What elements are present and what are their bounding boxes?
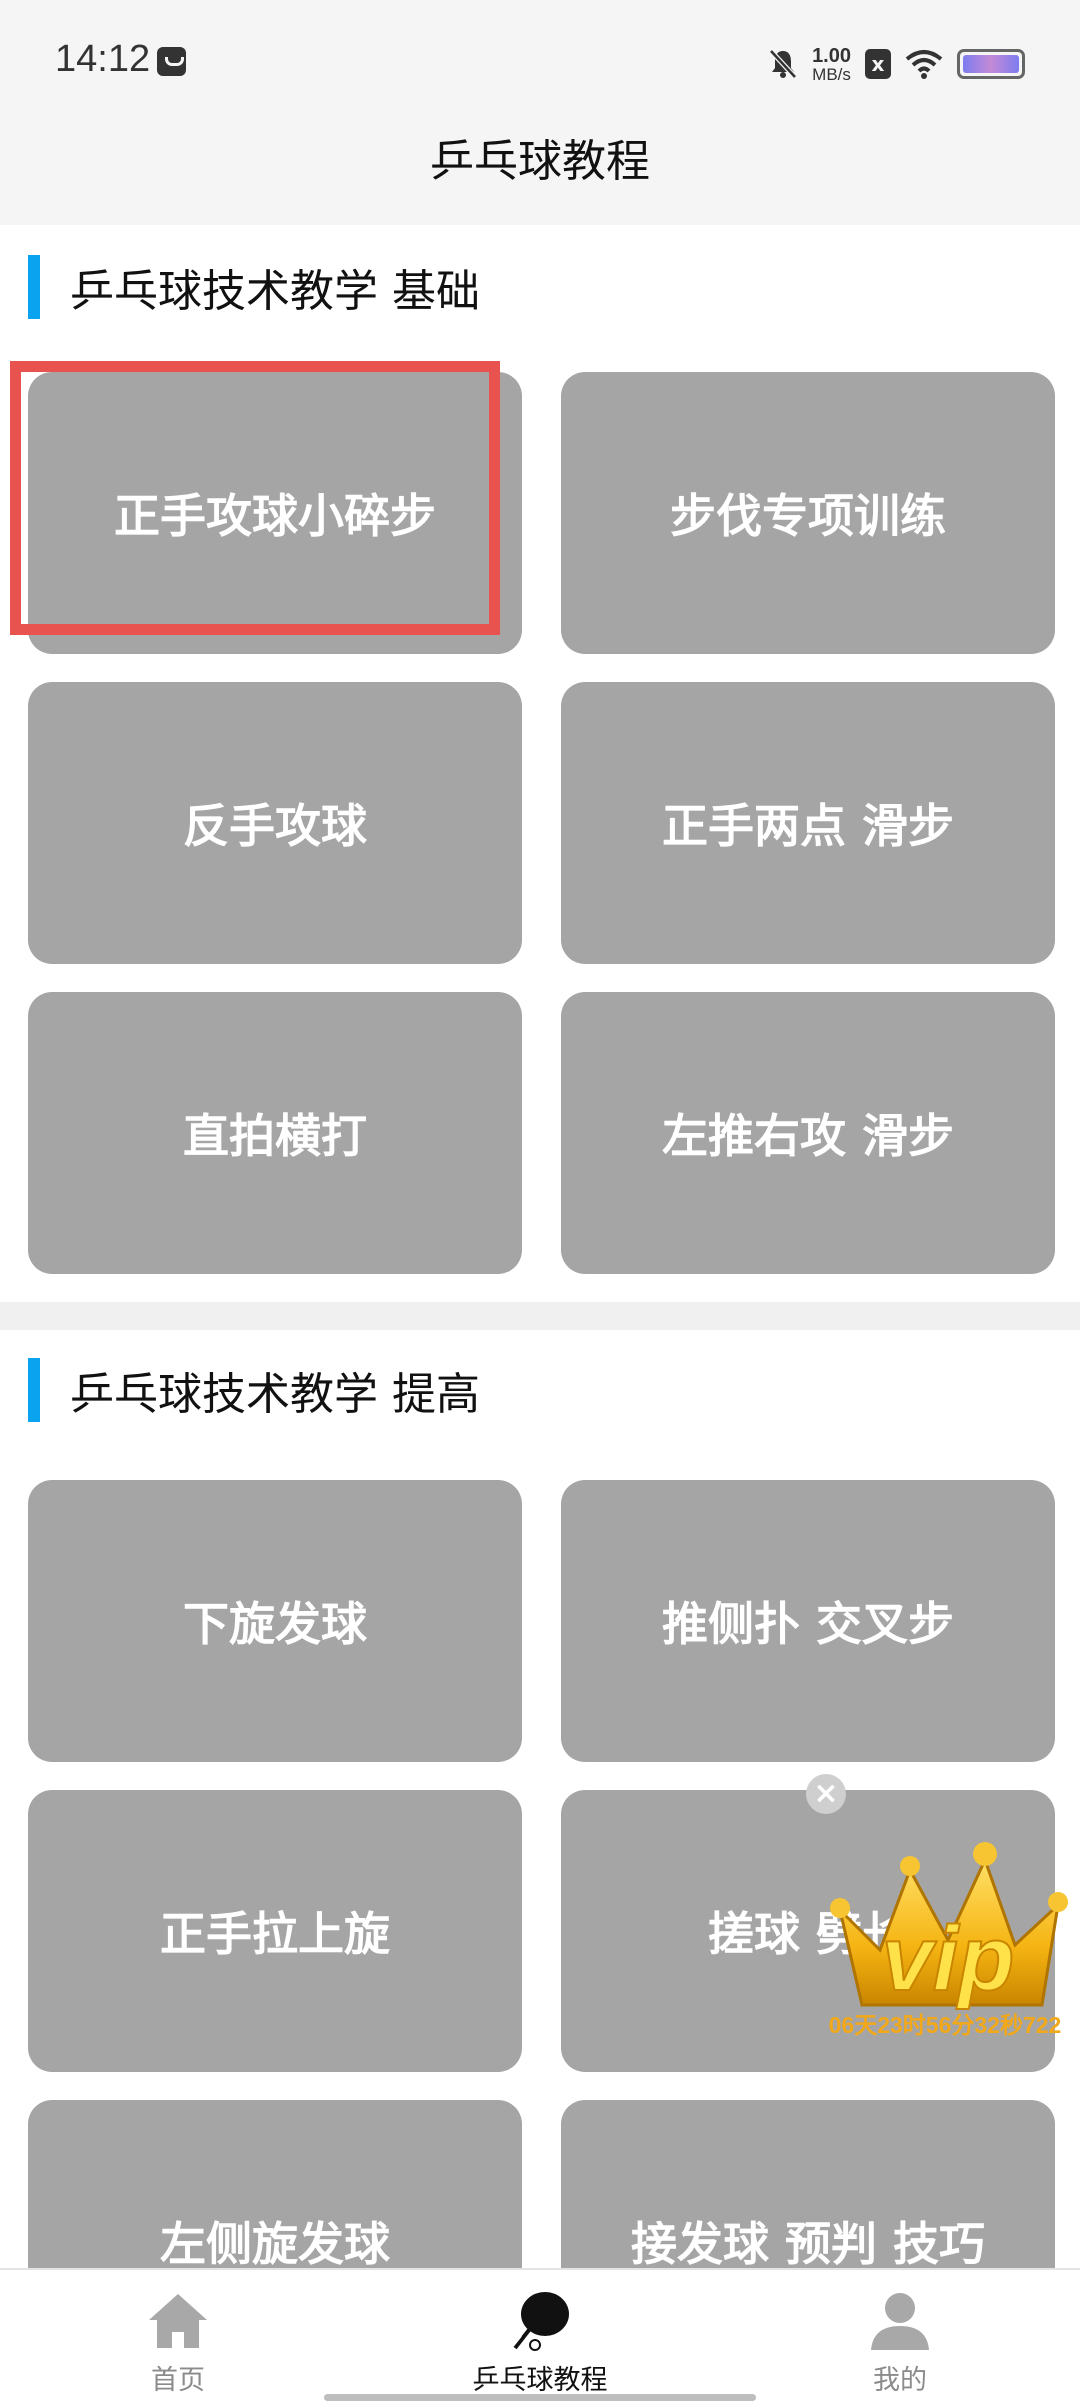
section-accent-bar bbox=[28, 1358, 40, 1422]
sim-icon: x bbox=[865, 49, 891, 79]
bell-muted-icon bbox=[769, 49, 797, 79]
wifi-icon bbox=[905, 50, 943, 79]
section-header: 乒乓球技术教学 提高 bbox=[28, 1358, 480, 1422]
battery-icon bbox=[957, 49, 1025, 79]
nav-item-home[interactable]: 首页 bbox=[58, 2290, 298, 2397]
card-label: 下旋发球 bbox=[183, 1597, 367, 1651]
network-speed: 1.00 MB/s bbox=[812, 46, 851, 83]
section-accent-bar bbox=[28, 255, 40, 319]
card-backspin-serve[interactable]: 下旋发球 bbox=[28, 1480, 522, 1762]
home-indicator[interactable] bbox=[324, 2394, 756, 2401]
bottom-nav: 首页 乒乓球教程 我的 bbox=[0, 2268, 1080, 2408]
network-speed-unit: MB/s bbox=[812, 64, 851, 84]
card-label: 直拍横打 bbox=[183, 1109, 367, 1163]
section-header: 乒乓球技术教学 基础 bbox=[28, 255, 480, 319]
card-penhold-backhand[interactable]: 直拍横打 bbox=[28, 992, 522, 1274]
card-label: 步伐专项训练 bbox=[670, 489, 946, 543]
nav-item-profile[interactable]: 我的 bbox=[780, 2290, 1020, 2397]
card-label: 正手拉上旋 bbox=[160, 1907, 390, 1961]
nav-label: 我的 bbox=[873, 2365, 927, 2396]
card-label: 推侧扑 交叉步 bbox=[661, 1597, 954, 1651]
section-divider bbox=[0, 1302, 1080, 1330]
status-bar: 14:12 1.00 MB/s x bbox=[0, 0, 1080, 125]
nav-label: 首页 bbox=[151, 2365, 205, 2396]
section-title: 乒乓球技术教学 基础 bbox=[70, 266, 480, 317]
vip-countdown: 06天23时56分32秒722 bbox=[828, 2012, 1062, 2038]
card-label: 反手攻球 bbox=[183, 799, 367, 853]
ping-pong-paddle-icon bbox=[512, 2292, 569, 2351]
card-label: 左推右攻 滑步 bbox=[661, 1109, 954, 1163]
vip-text: vip bbox=[882, 1908, 1015, 2010]
card-forehand-topspin[interactable]: 正手拉上旋 bbox=[28, 1790, 522, 2072]
card-label: 正手两点 滑步 bbox=[661, 799, 954, 853]
vip-crown-badge[interactable]: vip bbox=[820, 1830, 1075, 2020]
nav-label: 乒乓球教程 bbox=[472, 2365, 608, 2396]
card-forehand-two-point[interactable]: 正手两点 滑步 bbox=[561, 682, 1055, 964]
page-title: 乒乓球教程 bbox=[430, 136, 650, 187]
card-push-crossover-step[interactable]: 推侧扑 交叉步 bbox=[561, 1480, 1055, 1762]
card-footwork-training[interactable]: 步伐专项训练 bbox=[561, 372, 1055, 654]
card-push-attack-shuffle[interactable]: 左推右攻 滑步 bbox=[561, 992, 1055, 1274]
vip-close-button[interactable]: × bbox=[806, 1774, 846, 1814]
user-icon bbox=[871, 2293, 929, 2350]
app-header: 乒乓球教程 bbox=[0, 125, 1080, 225]
section-advanced: 乒乓球技术教学 提高 下旋发球 推侧扑 交叉步 正手拉上旋 搓球 劈长 左侧旋发… bbox=[0, 1330, 1080, 2382]
network-speed-value: 1.00 bbox=[812, 44, 851, 67]
home-icon bbox=[149, 2294, 207, 2348]
notification-app-icon bbox=[157, 47, 186, 76]
card-backhand-attack[interactable]: 反手攻球 bbox=[28, 682, 522, 964]
card-label: 接发球 预判 技巧 bbox=[630, 2217, 986, 2271]
card-label: 左侧旋发球 bbox=[160, 2217, 390, 2271]
status-icons: 1.00 MB/s x bbox=[768, 42, 1025, 86]
selection-highlight bbox=[10, 361, 500, 635]
status-time: 14:12 bbox=[55, 38, 151, 80]
nav-item-tutorial[interactable]: 乒乓球教程 bbox=[420, 2290, 660, 2397]
section-title: 乒乓球技术教学 提高 bbox=[70, 1369, 480, 1420]
